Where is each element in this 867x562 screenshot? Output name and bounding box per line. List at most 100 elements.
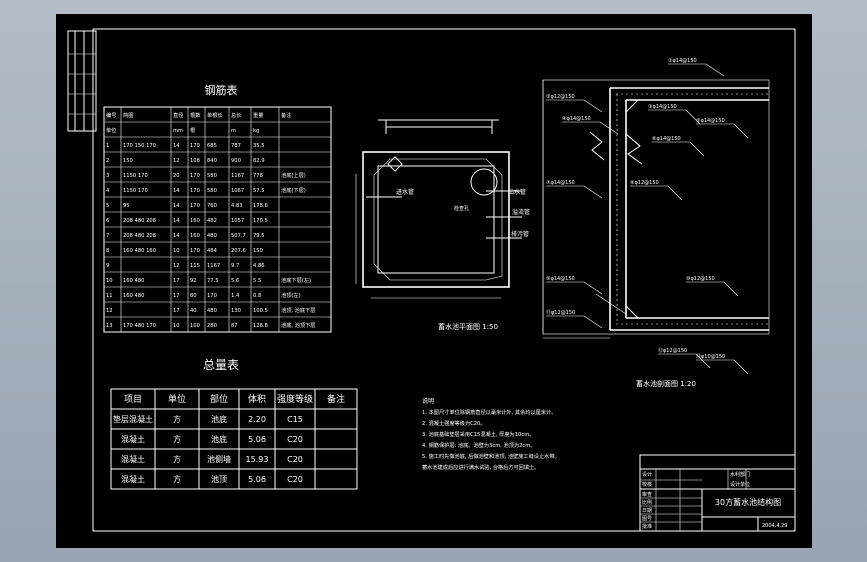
title-label-review: 审查 — [642, 491, 652, 498]
rebar-table-cell: 160 480 — [123, 278, 144, 284]
rebar-table-cell: 20 — [173, 173, 180, 179]
section-callout-leader — [733, 359, 749, 375]
section-callout-label: ⑬φ10@150 — [696, 353, 725, 360]
rebar-table-cell: 170.5 — [253, 218, 268, 224]
rebar-table-cell: 208 480 208 — [123, 233, 156, 239]
summary-table-cell: 垫层混凝土 — [113, 414, 153, 424]
rebar-table-cell: 480 — [207, 233, 217, 239]
rebar-table-cell: 92 — [190, 278, 197, 284]
rebar-table-cell: 5 — [106, 203, 109, 209]
rebar-table-cell: 10 — [106, 278, 113, 284]
rebar-table-header: 重量 — [253, 111, 263, 119]
rebar-table-cell: 2 — [106, 158, 109, 164]
section-haunch-top — [625, 99, 639, 113]
title-block-frame — [639, 454, 796, 532]
section-callout-leader — [583, 315, 603, 329]
summary-table-cell: 5.06 — [248, 435, 266, 444]
drawing-title: 30方蓄水池结构图 — [715, 497, 781, 507]
rebar-table-cell: 280 — [207, 323, 217, 329]
notes-block: 说明 1. 本图尺寸单位除钢筋直径以毫米计外, 其余均以厘米计。 2. 混凝土强… — [422, 397, 560, 471]
rebar-table-cell: 17 — [173, 293, 180, 299]
plan-caption: 蓄水池平面图 1:50 — [438, 322, 498, 331]
rebar-table-cell: 900 — [231, 158, 241, 164]
rebar-table-cell: 10 — [173, 323, 180, 329]
rebar-table-cell: 17 — [173, 278, 180, 284]
rebar-table-cell: 1.4 — [231, 293, 240, 299]
summary-table-cell: 混凝土 — [121, 434, 145, 444]
rebar-table-subheader: kg — [253, 128, 259, 134]
title-label-design: 设计 — [642, 471, 652, 478]
rebar-table-cell: 9.7 — [231, 263, 239, 269]
section-callout-leader — [583, 281, 603, 295]
section-callout-leader — [733, 123, 749, 139]
rebar-table-cell: 150 — [123, 158, 133, 164]
rebar-table-cell: 160 480 160 — [123, 248, 156, 254]
title-label-number: 图号 — [642, 516, 652, 522]
rebar-table-cell: 1150 170 — [123, 173, 148, 179]
rebar-table-cell: 1 — [106, 143, 109, 149]
summary-table-header: 体积 — [248, 393, 266, 405]
plan-haunch-line — [373, 158, 503, 281]
section-bar-detail-1 — [589, 131, 605, 161]
rebar-table-cell: 10 — [173, 248, 180, 254]
cad-viewport[interactable]: 钢筋表 编号 简图 直径 根数 单根长 总长 重量 备注 单位 mm 根 m kg 1 170 150 17… — [0, 0, 867, 562]
summary-table-cell: 方 — [173, 474, 181, 484]
section-callout-label: ⑧φ12@150 — [630, 180, 659, 186]
summary-table-cell: 池侧墙 — [207, 454, 231, 464]
rebar-table-cell: 12 — [106, 308, 113, 314]
section-bar-detail-2 — [625, 133, 643, 165]
summary-table-cell: 方 — [173, 454, 181, 464]
notes-item: 4. 钢筋保护层: 池底、池壁为3cm, 池顶为2cm。 — [422, 441, 536, 449]
section-callout-label: ④φ14@150 — [562, 116, 591, 122]
notes-item: 蓄水池建成后应进行满水试验, 合格后方可回填土。 — [422, 463, 539, 471]
summary-table-cell: 方 — [173, 414, 181, 424]
rebar-table-cell: 82.9 — [253, 158, 265, 164]
summary-table-header: 备注 — [327, 393, 345, 405]
rebar-table-cell: 170 — [190, 188, 200, 194]
rebar-table-cell: 685 — [207, 143, 217, 149]
rebar-table-cell: 57.5 — [253, 188, 265, 194]
rebar-table-cell: 1057 — [231, 218, 244, 224]
summary-table-cell: C20 — [287, 455, 303, 464]
rebar-table-cell: 6 — [106, 218, 109, 224]
section-callout-leader — [667, 185, 683, 201]
rebar-table-cell: 14 — [173, 233, 180, 239]
rebar-table-cell: 778 — [253, 173, 263, 179]
summary-table-title: 总量表 — [203, 358, 239, 372]
rebar-table-cell: 4.86 — [253, 263, 265, 269]
plan-label-overflow: 溢流管 — [512, 208, 530, 216]
section-haunch-bottom — [625, 305, 639, 319]
rebar-table-cell: 160 — [190, 233, 200, 239]
rebar-table-cell: 14 — [173, 188, 180, 194]
rebar-table-cell: 840 — [207, 158, 217, 164]
rebar-table-cell: 170 — [190, 248, 200, 254]
rebar-table-cell: 池底(上层) — [281, 171, 306, 179]
summary-table-cell: C20 — [287, 435, 303, 444]
section-callout-leader — [583, 185, 603, 199]
section-callout-leader — [705, 63, 725, 77]
section-callout-leader — [689, 141, 705, 157]
rebar-table-cell: 480 — [207, 308, 217, 314]
summary-table-cell: 混凝土 — [121, 454, 145, 464]
rebar-table-cell: 池底(下层) — [281, 186, 306, 194]
summary-table-cell: C15 — [287, 415, 303, 424]
rebar-table-cell: 9 — [106, 263, 109, 269]
rebar-table-header: 单根长 — [207, 111, 223, 119]
plan-view: 进水管 出水管 溢流管 排污管 检查孔 蓄水池平面图 1:50 — [355, 119, 530, 331]
rebar-table-cell: 4.83 — [231, 203, 243, 209]
rebar-table-cell: 100.5 — [253, 308, 268, 314]
drawing-sheet[interactable]: 钢筋表 编号 简图 直径 根数 单根长 总长 重量 备注 单位 mm 根 m kg 1 170 150 17… — [56, 14, 812, 548]
plan-outer-wall — [362, 151, 510, 288]
rebar-table-cell: 池顶(左) — [281, 291, 301, 299]
rebar-table-cell: 5.5 — [253, 278, 261, 284]
rebar-table-cell: 17 — [173, 308, 180, 314]
section-callout-label: ⑫φ12@150 — [658, 347, 687, 354]
rebar-table-cell: 170 — [190, 143, 200, 149]
rebar-table-cell: 207.6 — [231, 248, 246, 254]
notes-item: 5. 施工时先做池底, 后做池壁和池顶, 池壁施工缝设止水带。 — [422, 452, 560, 460]
rebar-table-cell: 0.8 — [253, 293, 261, 299]
rebar-table-header: 根数 — [190, 111, 201, 119]
title-label-unit: 设计单位 — [730, 481, 750, 488]
rebar-table-cell: 580 — [207, 188, 217, 194]
summary-table-cell: 混凝土 — [121, 474, 145, 484]
